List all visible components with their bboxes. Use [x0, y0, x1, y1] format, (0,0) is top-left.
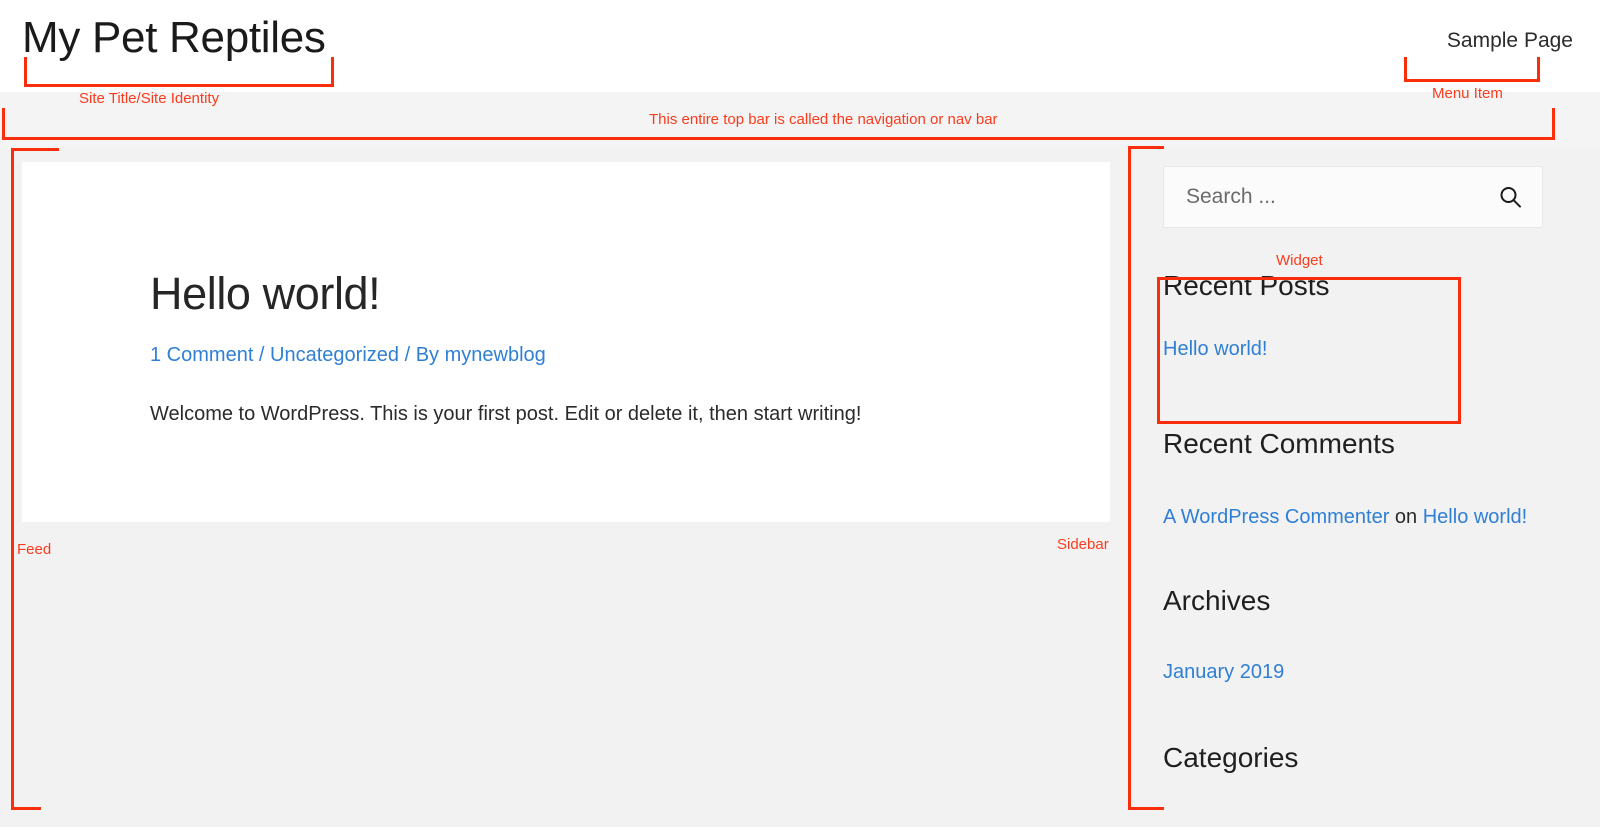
recent-comments-list: A WordPress Commenter on Hello world! — [1163, 502, 1527, 532]
archive-month-link[interactable]: January 2019 — [1163, 661, 1284, 683]
widget-title-archives: Archives — [1163, 585, 1271, 616]
post-excerpt: Welcome to WordPress. This is your first… — [150, 403, 862, 425]
list-item: Hello world! — [1163, 334, 1330, 364]
meta-separator-1: / — [253, 344, 271, 366]
post-meta: 1 Comment / Uncategorized / By mynewblog — [150, 342, 1070, 368]
post-title[interactable]: Hello world! — [150, 268, 1070, 320]
widget-recent-comments: Recent Comments A WordPress Commenter on… — [1163, 426, 1527, 532]
comment-on-text: on — [1389, 506, 1423, 528]
post-author-link[interactable]: mynewblog — [445, 344, 546, 366]
post-category-link[interactable]: Uncategorized — [270, 344, 399, 366]
list-item: January 2019 — [1163, 657, 1284, 687]
navigation-bar — [0, 92, 1600, 149]
meta-separator-2: / — [399, 344, 416, 366]
search-submit-button[interactable] — [1496, 183, 1526, 213]
byline-prefix: By — [415, 344, 445, 366]
widget-title-categories: Categories — [1163, 742, 1299, 773]
widget-recent-posts: Recent Posts Hello world! — [1163, 268, 1330, 364]
search-widget[interactable] — [1163, 166, 1543, 228]
recent-post-link[interactable]: Hello world! — [1163, 338, 1267, 360]
site-title[interactable]: My Pet Reptiles — [22, 11, 326, 65]
comment-author-link[interactable]: A WordPress Commenter — [1163, 506, 1389, 528]
comment-post-link[interactable]: Hello world! — [1423, 506, 1527, 528]
widget-archives: Archives January 2019 — [1163, 583, 1284, 687]
widget-categories: Categories — [1163, 740, 1298, 776]
search-icon — [1500, 187, 1521, 208]
recent-posts-list: Hello world! — [1163, 334, 1330, 364]
site-header: My Pet Reptiles Sample Page — [0, 0, 1600, 92]
nav-menu-item-sample-page[interactable]: Sample Page — [1447, 27, 1573, 54]
screenshot-root: My Pet Reptiles Sample Page Hello world!… — [0, 0, 1600, 827]
list-item: A WordPress Commenter on Hello world! — [1163, 502, 1527, 532]
search-input[interactable] — [1186, 167, 1466, 227]
widget-title-recent-posts: Recent Posts — [1163, 270, 1330, 301]
post-body: Hello world! 1 Comment / Uncategorized /… — [150, 268, 1070, 428]
content-area: Hello world! 1 Comment / Uncategorized /… — [0, 148, 1600, 827]
post-comments-link[interactable]: 1 Comment — [150, 344, 253, 366]
archives-list: January 2019 — [1163, 657, 1284, 687]
post-card: Hello world! 1 Comment / Uncategorized /… — [22, 162, 1110, 522]
widget-title-recent-comments: Recent Comments — [1163, 428, 1395, 459]
